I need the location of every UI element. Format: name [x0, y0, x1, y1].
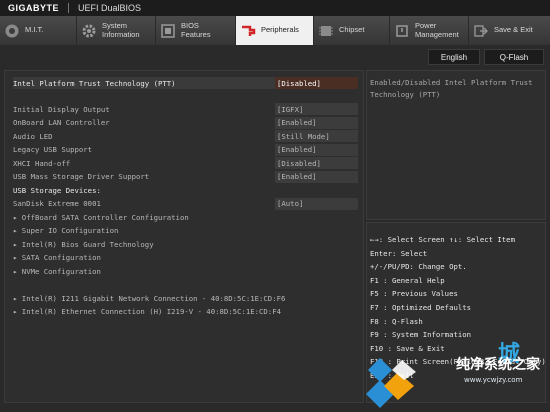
- submenu-arrow-icon: ▸: [13, 307, 22, 316]
- submenu-nvme-config[interactable]: ▸ NVMe Configuration: [13, 265, 101, 277]
- setting-label: Audio LED: [13, 131, 53, 141]
- submenu-arrow-icon: ▸: [13, 226, 22, 235]
- system-info-icon: [81, 23, 97, 39]
- brand-divider: [68, 3, 70, 13]
- tab-power-management[interactable]: Power Management: [390, 16, 469, 45]
- brand-logo: GIGABYTE: [8, 3, 60, 13]
- setting-legacy-usb-value[interactable]: [Enabled]: [275, 143, 358, 156]
- tab-peripherals[interactable]: Peripherals: [236, 16, 314, 45]
- setting-sandisk[interactable]: SanDisk Extreme 0001: [13, 198, 101, 210]
- setting-label: SanDisk Extreme 0001: [13, 199, 101, 208]
- watermark: 城 纯净系统之家 www.ycwjzy.com: [358, 340, 548, 410]
- setting-label: Legacy USB Support: [13, 145, 93, 154]
- tab-bios-features[interactable]: BIOS Features: [156, 16, 236, 45]
- submenu-arrow-icon: ▸: [13, 239, 22, 249]
- chipset-icon: [318, 23, 334, 39]
- key-hint: F5 : Previous Values: [370, 289, 458, 299]
- key-hint: Enter: Select: [370, 248, 428, 258]
- setting-initial-display-value[interactable]: [IGFX]: [275, 103, 358, 115]
- setting-usb-mass-storage-value[interactable]: [Enabled]: [275, 170, 358, 183]
- setting-onboard-lan-value[interactable]: [Enabled]: [275, 116, 358, 129]
- mit-icon: [4, 23, 20, 39]
- watermark-logo-icon: [366, 358, 416, 408]
- bios-features-icon: [160, 23, 176, 39]
- exit-icon: [473, 23, 489, 39]
- section-heading: USB Storage Devices:: [13, 185, 101, 195]
- submenu-label: SATA Configuration: [21, 253, 101, 262]
- tab-label: Peripherals: [261, 25, 299, 35]
- help-panel: Enabled/Disabled Intel Platform Trust Te…: [366, 70, 546, 220]
- power-icon: [394, 23, 410, 39]
- tab-label: System Information: [102, 20, 140, 39]
- language-button[interactable]: English: [428, 49, 480, 65]
- submenu-bios-guard[interactable]: ▸ Intel(R) Bios Guard Technology: [13, 238, 154, 250]
- peripherals-icon: [240, 23, 256, 39]
- setting-initial-display[interactable]: Initial Display Output: [13, 103, 110, 115]
- submenu-arrow-icon: ▸: [13, 212, 22, 222]
- key-hint: +/-/PU/PD: Change Opt.: [370, 262, 467, 272]
- setting-xhci-handoff-value[interactable]: [Disabled]: [275, 157, 358, 169]
- submenu-arrow-icon: ▸: [13, 293, 22, 303]
- help-text: Enabled/Disabled Intel Platform Trust Te…: [370, 78, 533, 100]
- submenu-arrow-icon: ▸: [13, 266, 22, 276]
- watermark-title: 纯净系统之家: [456, 357, 540, 373]
- tab-save-exit[interactable]: Save & Exit: [469, 16, 550, 45]
- product-name: UEFI DualBIOS: [78, 3, 142, 13]
- setting-label: Initial Display Output: [13, 104, 110, 114]
- submenu-label: Super IO Configuration: [21, 226, 119, 235]
- tab-mit[interactable]: M.I.T.: [0, 16, 77, 45]
- submenu-offboard-sata[interactable]: ▸ OffBoard SATA Controller Configuration: [13, 211, 189, 223]
- key-hint: ←→: Select Screen ↑↓: Select Item: [370, 235, 515, 244]
- tab-label: Power Management: [415, 20, 459, 39]
- tab-chipset[interactable]: Chipset: [314, 16, 390, 45]
- tab-label: BIOS Features: [181, 20, 211, 39]
- setting-onboard-lan[interactable]: OnBoard LAN Controller: [13, 117, 110, 129]
- key-hint: F8 : Q-Flash: [370, 316, 423, 326]
- tab-label: Save & Exit: [494, 25, 533, 35]
- setting-audio-led[interactable]: Audio LED: [13, 130, 53, 142]
- settings-panel: Intel Platform Trust Technology (PTT) [D…: [4, 70, 364, 403]
- submenu-label: Intel(R) Bios Guard Technology: [21, 239, 154, 249]
- watermark-url: www.ycwjzy.com: [464, 376, 523, 384]
- setting-usb-mass-storage[interactable]: USB Mass Storage Driver Support: [13, 171, 149, 183]
- setting-label: XHCI Hand-off: [13, 158, 71, 168]
- setting-xhci-handoff[interactable]: XHCI Hand-off: [13, 157, 70, 169]
- toolbar: English Q-Flash: [0, 46, 550, 66]
- tab-label: M.I.T.: [25, 25, 44, 35]
- submenu-label: NVMe Configuration: [21, 266, 101, 276]
- setting-sandisk-value[interactable]: [Auto]: [275, 197, 358, 210]
- tab-bar: M.I.T. System Information BIOS Features …: [0, 16, 550, 45]
- setting-label: OnBoard LAN Controller: [13, 118, 110, 127]
- submenu-label: OffBoard SATA Controller Configuration: [21, 212, 189, 222]
- brand-bar: GIGABYTE UEFI DualBIOS: [0, 0, 550, 16]
- submenu-sata-config[interactable]: ▸ SATA Configuration: [13, 252, 101, 264]
- submenu-i211-network[interactable]: ▸ Intel(R) I211 Gigabit Network Connecti…: [13, 292, 285, 304]
- usb-storage-header: USB Storage Devices:: [13, 184, 101, 196]
- submenu-label: Intel(R) Ethernet Connection (H) I219-V …: [21, 307, 281, 316]
- tab-system-information[interactable]: System Information: [77, 16, 156, 45]
- submenu-super-io[interactable]: ▸ Super IO Configuration: [13, 225, 118, 237]
- key-hint: F1 : General Help: [370, 275, 445, 285]
- setting-ptt-value[interactable]: [Disabled]: [275, 77, 358, 89]
- submenu-i219-network[interactable]: ▸ Intel(R) Ethernet Connection (H) I219-…: [13, 306, 281, 318]
- tab-label: Chipset: [339, 25, 365, 35]
- setting-label: Intel Platform Trust Technology (PTT): [13, 78, 176, 88]
- submenu-arrow-icon: ▸: [13, 253, 22, 262]
- key-hint: F7 : Optimized Defaults: [370, 302, 472, 312]
- setting-label: USB Mass Storage Driver Support: [13, 172, 150, 181]
- submenu-label: Intel(R) I211 Gigabit Network Connection…: [21, 293, 286, 303]
- setting-legacy-usb[interactable]: Legacy USB Support: [13, 144, 92, 156]
- setting-audio-led-value[interactable]: [Still Mode]: [275, 130, 358, 142]
- qflash-button[interactable]: Q-Flash: [484, 49, 544, 65]
